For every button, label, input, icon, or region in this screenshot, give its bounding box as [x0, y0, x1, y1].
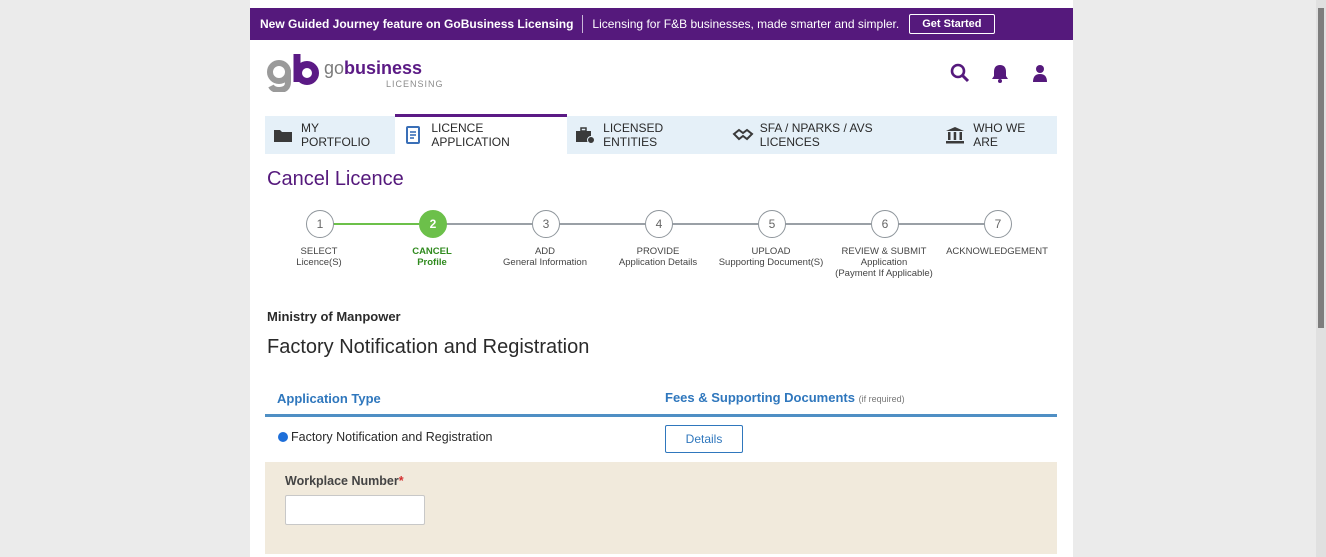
banner-divider [582, 15, 584, 33]
if-required-note: (if required) [858, 394, 905, 404]
gobusiness-logo[interactable]: gobusiness LICENSING [267, 52, 467, 94]
nav-label: WHO WE ARE [973, 121, 1026, 149]
search-icon[interactable] [949, 62, 971, 84]
step-connector [445, 223, 532, 225]
nav-item-sfa-nparks-avs[interactable]: SFA / NPARKS / AVS LICENCES [724, 116, 938, 154]
application-type-label: Factory Notification and Registration [291, 430, 493, 444]
document-icon [403, 125, 423, 145]
step-connector [332, 223, 419, 225]
step-connector [671, 223, 758, 225]
step-connector [784, 223, 871, 225]
step-2-circle: 2 [419, 210, 447, 238]
nav-label: LICENCE APPLICATION [431, 121, 510, 149]
step-1-label: SELECT Licence(S) [296, 246, 342, 268]
licence-name-heading: Factory Notification and Registration [267, 336, 590, 358]
step-connector [897, 223, 984, 225]
header-icons [949, 62, 1051, 84]
page-container: New Guided Journey feature on GoBusiness… [250, 0, 1073, 557]
nav-item-licensed-entities[interactable]: LICENSED ENTITIES [567, 116, 724, 154]
progress-stepper: 1 2 3 4 5 6 7 SELECT Licence(S) CANCEL Pro… [265, 210, 1057, 300]
step-7-label: ACKNOWLEDGEMENT [946, 246, 1048, 257]
application-type-radio[interactable] [279, 433, 287, 441]
user-icon[interactable] [1029, 62, 1051, 84]
step-3-circle: 3 [532, 210, 560, 238]
step-5-circle: 5 [758, 210, 786, 238]
nav-item-my-portfolio[interactable]: MY PORTFOLIO [265, 116, 395, 154]
step-3-label: ADD General Information [503, 246, 587, 268]
institution-icon [945, 125, 965, 145]
handshake-icon [732, 125, 754, 145]
application-table-header: Application Type Fees & Supporting Docum… [265, 384, 1057, 417]
logo-subtitle: LICENSING [386, 79, 444, 89]
banner-headline: New Guided Journey feature on GoBusiness… [260, 17, 574, 31]
bell-icon[interactable] [989, 62, 1011, 84]
briefcase-icon [575, 125, 596, 145]
workplace-number-label: Workplace Number* [285, 474, 404, 488]
banner-subtext: Licensing for F&B businesses, made smart… [592, 17, 900, 31]
step-6-label: REVIEW & SUBMIT Application (Payment If Ap… [835, 246, 933, 279]
page-scrollbar[interactable] [1316, 0, 1326, 557]
step-1-circle: 1 [306, 210, 334, 238]
column-application-type: Application Type [277, 391, 381, 406]
scrollbar-thumb[interactable] [1318, 8, 1324, 328]
column-fees-documents: Fees & Supporting Documents (if required… [665, 390, 905, 405]
announcement-banner: New Guided Journey feature on GoBusiness… [250, 8, 1073, 40]
main-nav: MY PORTFOLIO LICENCE APPLICATION LICENSE… [265, 114, 1057, 154]
gb-logo-mark [267, 52, 319, 99]
nav-label: SFA / NPARKS / AVS LICENCES [759, 121, 873, 149]
step-7-circle: 7 [984, 210, 1012, 238]
step-4-label: PROVIDE Application Details [618, 246, 698, 268]
details-button[interactable]: Details [665, 425, 743, 453]
agency-name: Ministry of Manpower [267, 309, 401, 324]
nav-item-who-we-are[interactable]: WHO WE ARE [937, 116, 1057, 154]
required-asterisk: * [398, 474, 404, 488]
step-5-label: UPLOAD Supporting Document(S) [718, 246, 824, 268]
step-6-circle: 6 [871, 210, 899, 238]
step-connector [558, 223, 645, 225]
folder-icon [273, 125, 293, 145]
nav-label: LICENSED ENTITIES [603, 121, 664, 149]
table-row: Factory Notification and Registration De… [265, 417, 1057, 461]
nav-item-licence-application[interactable]: LICENCE APPLICATION [395, 114, 568, 154]
workplace-form-section: Workplace Number* [265, 462, 1057, 554]
page-title: Cancel Licence [267, 168, 404, 190]
step-4-circle: 4 [645, 210, 673, 238]
workplace-number-input[interactable] [285, 495, 425, 525]
nav-label: MY PORTFOLIO [301, 121, 371, 149]
get-started-button[interactable]: Get Started [909, 14, 995, 34]
logo-wordmark: gobusiness [324, 58, 423, 78]
step-2-label: CANCEL Profile [412, 246, 452, 268]
